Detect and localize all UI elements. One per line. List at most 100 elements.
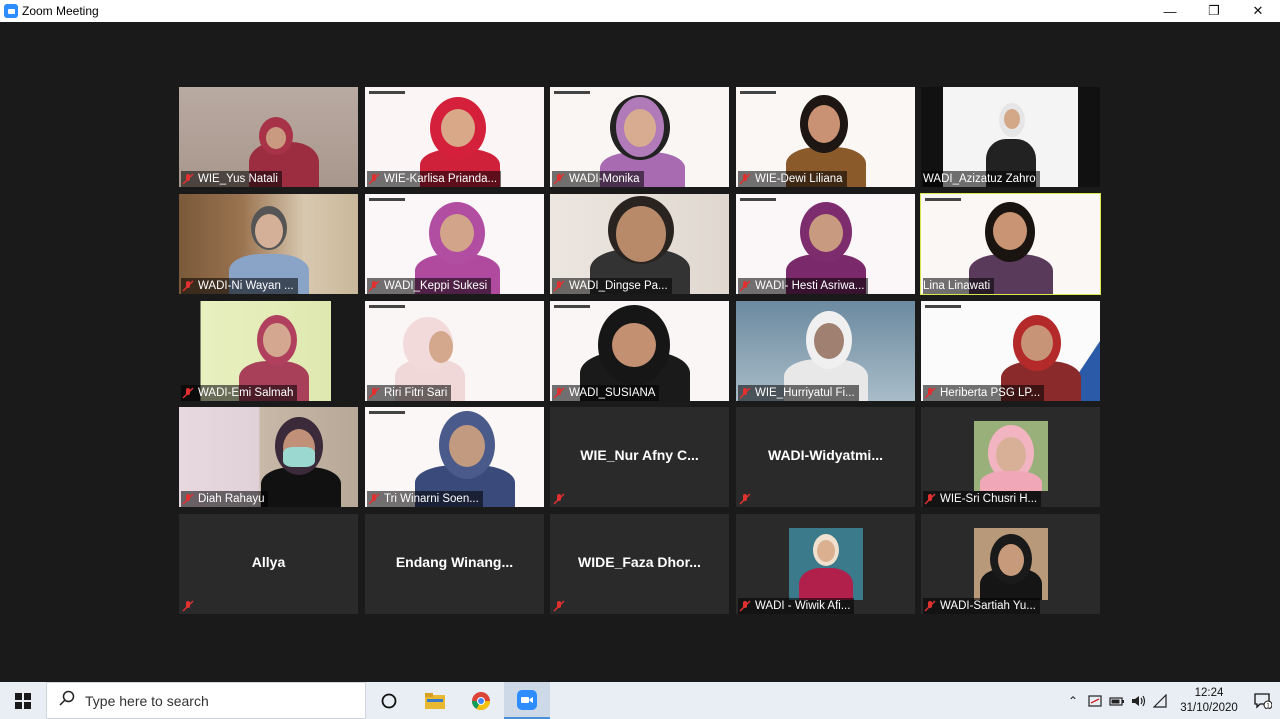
participant-name: Diah Rahayu [181, 491, 269, 507]
windows-logo-icon [15, 692, 31, 709]
close-button[interactable]: ✕ [1236, 0, 1280, 22]
participant-tile[interactable]: Riri Fitri Sari [365, 301, 544, 401]
participant-name: WIE-Dewi Liliana [738, 171, 847, 187]
mic-muted-icon [738, 599, 752, 613]
participant-tile[interactable]: WIE-Sri Chusri H... [921, 407, 1100, 507]
participant-name: WADI_Keppi Sukesi [367, 278, 492, 294]
network-status-icon[interactable] [1084, 682, 1106, 719]
battery-icon[interactable] [1106, 682, 1128, 719]
mic-muted-icon [367, 386, 381, 400]
participant-tile[interactable]: Heriberta PSG LP... [921, 301, 1100, 401]
participant-tile[interactable]: WADI - Wiwik Afi... [736, 514, 915, 614]
participant-status [181, 598, 202, 614]
participant-tile[interactable]: WADI-Monika [550, 87, 729, 187]
task-view-button[interactable] [366, 682, 412, 719]
task-view-icon [381, 693, 397, 708]
participant-display-name: Allya [251, 554, 286, 570]
system-clock[interactable]: 12:24 31/10/2020 [1172, 686, 1246, 716]
zoom-taskbar-button[interactable] [504, 682, 550, 719]
participant-name: WADI-Monika [552, 171, 644, 187]
mic-muted-icon [738, 386, 752, 400]
participant-tile[interactable]: WADI-Sartiah Yu... [921, 514, 1100, 614]
start-button[interactable] [0, 682, 46, 719]
participant-tile[interactable]: WADI-Emi Salmah [179, 301, 358, 401]
participant-tile[interactable]: WIE-Dewi Liliana [736, 87, 915, 187]
mic-muted-icon [738, 492, 752, 506]
participant-name: WADI_SUSIANA [552, 385, 660, 401]
profile-picture [789, 528, 863, 600]
clock-time: 12:24 [1194, 686, 1224, 699]
meeting-gallery: WIE_Yus Natali WIE-Karlisa Prianda... WA… [0, 22, 1280, 682]
title-bar: Zoom Meeting — ❐ ✕ [0, 0, 1280, 22]
participant-name: Heriberta PSG LP... [923, 385, 1045, 401]
mic-muted-icon [181, 279, 195, 293]
participant-tile[interactable]: WIE_Yus Natali [179, 87, 358, 187]
participant-status [552, 491, 573, 507]
mic-muted-icon [738, 172, 752, 186]
participant-tile[interactable]: Tri Winarni Soen... [365, 407, 544, 507]
mic-muted-icon [181, 599, 195, 613]
participant-name: Lina Linawati [923, 278, 995, 294]
participant-display-name: WIE_Nur Afny C... [580, 447, 699, 463]
mic-muted-icon [367, 279, 381, 293]
taskbar-search-box[interactable]: Type here to search [46, 682, 366, 719]
search-placeholder: Type here to search [85, 692, 209, 709]
participant-tile[interactable]: WADI_Dingse Pa... [550, 194, 729, 294]
zoom-icon [517, 689, 537, 710]
window-title: Zoom Meeting [22, 4, 99, 18]
participant-tile[interactable]: Endang Winang... [365, 514, 544, 614]
participant-tile[interactable]: WIDE_Faza Dhor... [550, 514, 729, 614]
folder-icon [425, 692, 445, 709]
participant-tile[interactable]: WADI-Widyatmi... [736, 407, 915, 507]
mic-muted-icon [181, 172, 195, 186]
profile-picture [974, 528, 1048, 600]
chrome-icon [472, 691, 490, 710]
chevron-up-icon: ⌃ [1067, 693, 1079, 708]
participant-tile-active-speaker[interactable]: Lina Linawati [920, 193, 1101, 295]
show-hidden-icons-button[interactable]: ⌃ [1062, 682, 1084, 719]
mic-muted-icon [738, 279, 752, 293]
mic-muted-icon [181, 386, 195, 400]
action-center-button[interactable]: 1 [1246, 682, 1280, 719]
mic-muted-icon [181, 492, 195, 506]
profile-picture [974, 421, 1048, 491]
system-tray: ⌃ 12:24 31/10/2020 1 [1062, 682, 1280, 719]
wifi-icon[interactable] [1150, 682, 1172, 719]
participant-tile[interactable]: WIE_Hurriyatul Fi... [736, 301, 915, 401]
participant-display-name: WADI-Widyatmi... [768, 447, 883, 463]
participant-tile[interactable]: WADI_Keppi Sukesi [365, 194, 544, 294]
participant-tile[interactable]: WIE_Nur Afny C... [550, 407, 729, 507]
participant-tile[interactable]: WADI-Ni Wayan ... [179, 194, 358, 294]
participant-tile[interactable]: Diah Rahayu [179, 407, 358, 507]
participant-status [738, 491, 759, 507]
mic-muted-icon [552, 172, 566, 186]
participant-tile[interactable]: Allya [179, 514, 358, 614]
participant-name: WIE-Sri Chusri H... [923, 491, 1042, 507]
participant-name: WADI - Wiwik Afi... [738, 598, 855, 614]
windows-taskbar: Type here to search ⌃ 12:24 31/10/2020 1 [0, 682, 1280, 719]
participant-name: WADI_Azizatuz Zahro [923, 171, 1040, 187]
volume-icon[interactable] [1128, 682, 1150, 719]
mic-muted-icon [923, 386, 937, 400]
restore-button[interactable]: ❐ [1192, 0, 1236, 22]
participant-name: Riri Fitri Sari [367, 385, 452, 401]
clock-date: 31/10/2020 [1180, 701, 1238, 714]
minimize-button[interactable]: — [1148, 0, 1192, 22]
participant-tile[interactable]: WIE-Karlisa Prianda... [365, 87, 544, 187]
mic-muted-icon [552, 279, 566, 293]
participant-tile[interactable]: WADI_Azizatuz Zahro [921, 87, 1100, 187]
participant-name: WIE_Hurriyatul Fi... [738, 385, 859, 401]
participant-name: WADI_Dingse Pa... [552, 278, 672, 294]
participant-name: Tri Winarni Soen... [367, 491, 483, 507]
mic-muted-icon [367, 492, 381, 506]
participant-tile[interactable]: WADI- Hesti Asriwa... [736, 194, 915, 294]
participant-status [552, 598, 573, 614]
search-icon [59, 690, 75, 711]
participant-tile[interactable]: WADI_SUSIANA [550, 301, 729, 401]
mic-muted-icon [923, 492, 937, 506]
file-explorer-button[interactable] [412, 682, 458, 719]
notification-icon: 1 [1254, 692, 1272, 709]
participant-display-name: WIDE_Faza Dhor... [578, 554, 701, 570]
chrome-button[interactable] [458, 682, 504, 719]
mic-muted-icon [552, 492, 566, 506]
